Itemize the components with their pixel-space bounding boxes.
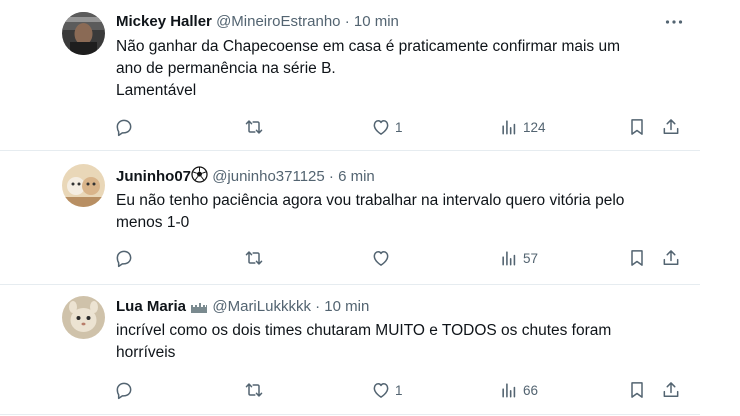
action-bar: 1 124	[110, 115, 690, 139]
repost-icon	[244, 380, 264, 400]
avatar[interactable]	[62, 164, 105, 207]
share-icon	[661, 380, 681, 400]
author-name[interactable]: Lua Maria	[116, 298, 208, 315]
bookmark-button[interactable]	[627, 378, 647, 402]
post-text: Não ganhar da Chapecoense em casa é prat…	[116, 36, 676, 102]
like-button[interactable]: 1	[371, 378, 403, 402]
avatar[interactable]	[62, 12, 105, 55]
share-icon	[661, 117, 681, 137]
post-header: Juninho07 @juninho371125 · 6 min	[116, 166, 375, 186]
action-bar: 57	[110, 246, 690, 270]
like-button[interactable]: 1	[371, 115, 403, 139]
share-icon	[661, 248, 681, 268]
separator-dot: ·	[328, 168, 334, 185]
repost-button[interactable]	[244, 246, 268, 270]
reply-button[interactable]	[114, 115, 138, 139]
post[interactable]: Juninho07 @juninho371125 · 6 min Eu não …	[0, 150, 700, 285]
author-handle[interactable]: @MineiroEstranho	[216, 13, 340, 30]
share-button[interactable]	[661, 115, 681, 139]
author-handle[interactable]: @MariLukkkkk	[212, 298, 311, 315]
post-time[interactable]: 10 min	[324, 298, 369, 315]
view-count: 57	[523, 250, 539, 266]
post-text: Eu não tenho paciência agora vou trabalh…	[116, 190, 676, 234]
castle-icon	[191, 303, 208, 313]
view-count: 66	[523, 382, 539, 398]
action-bar: 1 66	[110, 378, 690, 402]
heart-icon	[371, 380, 391, 400]
post[interactable]: Lua Maria @MariLukkkkk · 10 min incrível…	[0, 284, 700, 415]
view-count: 124	[523, 119, 546, 135]
separator-dot: ·	[344, 13, 350, 30]
like-button[interactable]	[371, 246, 395, 270]
views-button[interactable]: 66	[499, 378, 538, 402]
soccer-ball-icon	[191, 166, 208, 183]
post-text-line: horríveis	[116, 344, 176, 361]
share-button[interactable]	[661, 378, 681, 402]
post-text-line: Eu não tenho paciência agora vou trabalh…	[116, 192, 625, 209]
like-count: 1	[395, 119, 403, 135]
post-text-line: incrível como os dois times chutaram MUI…	[116, 322, 612, 339]
share-button[interactable]	[661, 246, 681, 270]
author-handle[interactable]: @juninho371125	[212, 168, 325, 185]
reply-icon	[114, 117, 134, 137]
reply-icon	[114, 380, 134, 400]
post-text-line: Não ganhar da Chapecoense em casa é prat…	[116, 38, 621, 55]
repost-button[interactable]	[244, 115, 268, 139]
reply-icon	[114, 248, 134, 268]
author-name[interactable]: Juninho07	[116, 166, 208, 185]
reply-feed: Mickey Haller @MineiroEstranho · 10 min …	[0, 0, 740, 416]
post-text-line: menos 1-0	[116, 214, 190, 231]
reply-button[interactable]	[114, 378, 138, 402]
avatar[interactable]	[62, 296, 105, 339]
reply-button[interactable]	[114, 246, 138, 270]
post-text-line: Lamentável	[116, 82, 197, 99]
views-icon	[499, 380, 519, 400]
bookmark-icon	[627, 248, 647, 268]
bookmark-button[interactable]	[627, 246, 647, 270]
separator-dot: ·	[315, 298, 321, 315]
views-icon	[499, 248, 519, 268]
repost-button[interactable]	[244, 378, 268, 402]
post-header: Lua Maria @MariLukkkkk · 10 min	[116, 298, 369, 316]
repost-icon	[244, 117, 264, 137]
views-icon	[499, 117, 519, 137]
bookmark-icon	[627, 117, 647, 137]
post-time[interactable]: 6 min	[338, 168, 375, 185]
more-icon[interactable]	[662, 10, 686, 34]
heart-icon	[371, 117, 391, 137]
views-button[interactable]: 57	[499, 246, 538, 270]
post-time[interactable]: 10 min	[354, 13, 399, 30]
heart-icon	[371, 248, 391, 268]
like-count: 1	[395, 382, 403, 398]
views-button[interactable]: 124	[499, 115, 546, 139]
bookmark-icon	[627, 380, 647, 400]
repost-icon	[244, 248, 264, 268]
post-header: Mickey Haller @MineiroEstranho · 10 min	[116, 13, 399, 31]
author-name-text: Juninho07	[116, 168, 192, 185]
bookmark-button[interactable]	[627, 115, 647, 139]
post-text: incrível como os dois times chutaram MUI…	[116, 320, 676, 364]
post-text-line: ano de permanência na série B.	[116, 60, 336, 77]
post[interactable]: Mickey Haller @MineiroEstranho · 10 min …	[0, 0, 700, 151]
author-name[interactable]: Mickey Haller	[116, 13, 212, 30]
author-name-text: Lua Maria	[116, 298, 187, 315]
